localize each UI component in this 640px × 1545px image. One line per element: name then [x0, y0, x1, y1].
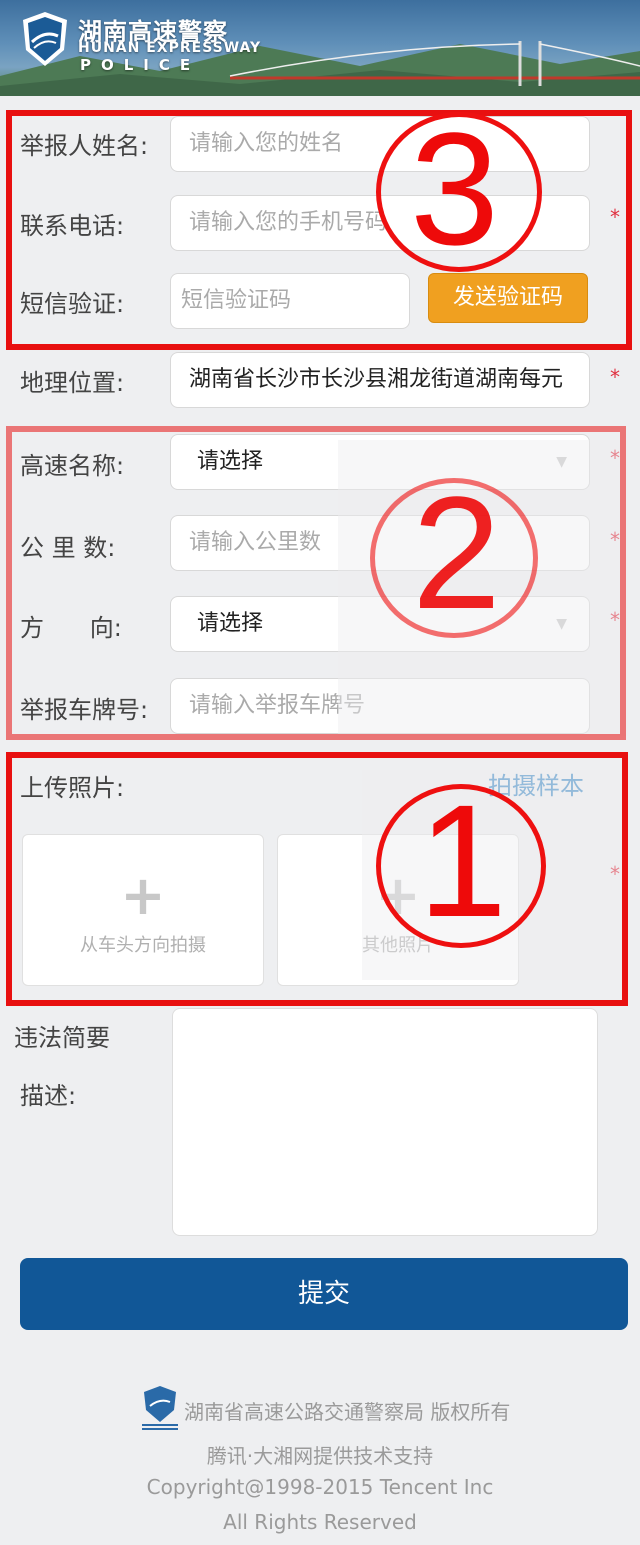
upload-front-label: 从车头方向拍摄	[80, 935, 206, 956]
highway-select[interactable]: 请选择 ▼	[170, 434, 590, 490]
plus-icon: +	[120, 864, 166, 927]
sms-label: 短信验证:	[20, 290, 125, 318]
direction-select[interactable]: 请选择 ▼	[170, 596, 590, 652]
reporter-name-input[interactable]: 请输入您的姓名	[170, 116, 590, 172]
highway-select-value: 请选择	[197, 449, 264, 474]
chevron-down-icon: ▼	[556, 616, 567, 632]
upload-label: 上传照片:	[20, 774, 125, 802]
footer-copyright-cn: 湖南省高速公路交通警察局 版权所有	[184, 1400, 511, 1424]
upload-front-photo-box[interactable]: + 从车头方向拍摄	[22, 834, 264, 986]
km-input[interactable]: 请输入公里数	[170, 515, 590, 571]
police-badge-icon	[23, 12, 67, 66]
required-mark: *	[610, 205, 620, 229]
description-label-line1: 违法简要	[14, 1024, 110, 1052]
required-mark: *	[610, 528, 620, 552]
required-mark: *	[610, 862, 620, 886]
required-mark: *	[610, 446, 620, 470]
direction-select-value: 请选择	[197, 611, 264, 636]
footer-rights: All Rights Reserved	[223, 1510, 417, 1534]
upload-other-label: 其他照片	[362, 935, 434, 956]
logo-title-en: HUNAN EXPRESSWAY	[78, 40, 262, 56]
header-banner: 湖南高速警察 HUNAN EXPRESSWAY POLICE	[0, 0, 640, 96]
highway-label: 高速名称:	[20, 452, 125, 480]
logo-title-police: POLICE	[80, 56, 201, 74]
required-mark: *	[610, 365, 620, 389]
phone-label: 联系电话:	[20, 212, 125, 240]
location-input[interactable]: 湖南省长沙市长沙县湘龙街道湖南每元	[170, 352, 590, 408]
sample-photo-link[interactable]: 拍摄样本	[488, 766, 584, 801]
plus-icon: +	[375, 864, 421, 927]
footer-support: 腾讯·大湘网提供技术支持	[206, 1444, 434, 1468]
chevron-down-icon: ▼	[556, 454, 567, 470]
police-badge-icon	[142, 1386, 178, 1430]
upload-other-photo-box[interactable]: + 其他照片	[277, 834, 519, 986]
sms-code-input[interactable]: 短信验证码	[170, 273, 410, 329]
required-mark: *	[610, 608, 620, 632]
km-label: 公 里 数:	[20, 534, 116, 562]
plate-label: 举报车牌号:	[20, 696, 149, 724]
location-label: 地理位置:	[20, 369, 125, 397]
direction-label: 方 向:	[20, 614, 122, 642]
submit-button[interactable]: 提交	[20, 1258, 628, 1330]
description-label-line2: 描述:	[20, 1082, 77, 1110]
send-code-button[interactable]: 发送验证码	[428, 273, 588, 323]
plate-input[interactable]: 请输入举报车牌号	[170, 678, 590, 734]
phone-input[interactable]: 请输入您的手机号码	[170, 195, 590, 251]
description-textarea[interactable]	[172, 1008, 598, 1236]
footer-copyright-en: Copyright@1998-2015 Tencent Inc	[146, 1475, 494, 1499]
reporter-name-label: 举报人姓名:	[20, 132, 149, 160]
